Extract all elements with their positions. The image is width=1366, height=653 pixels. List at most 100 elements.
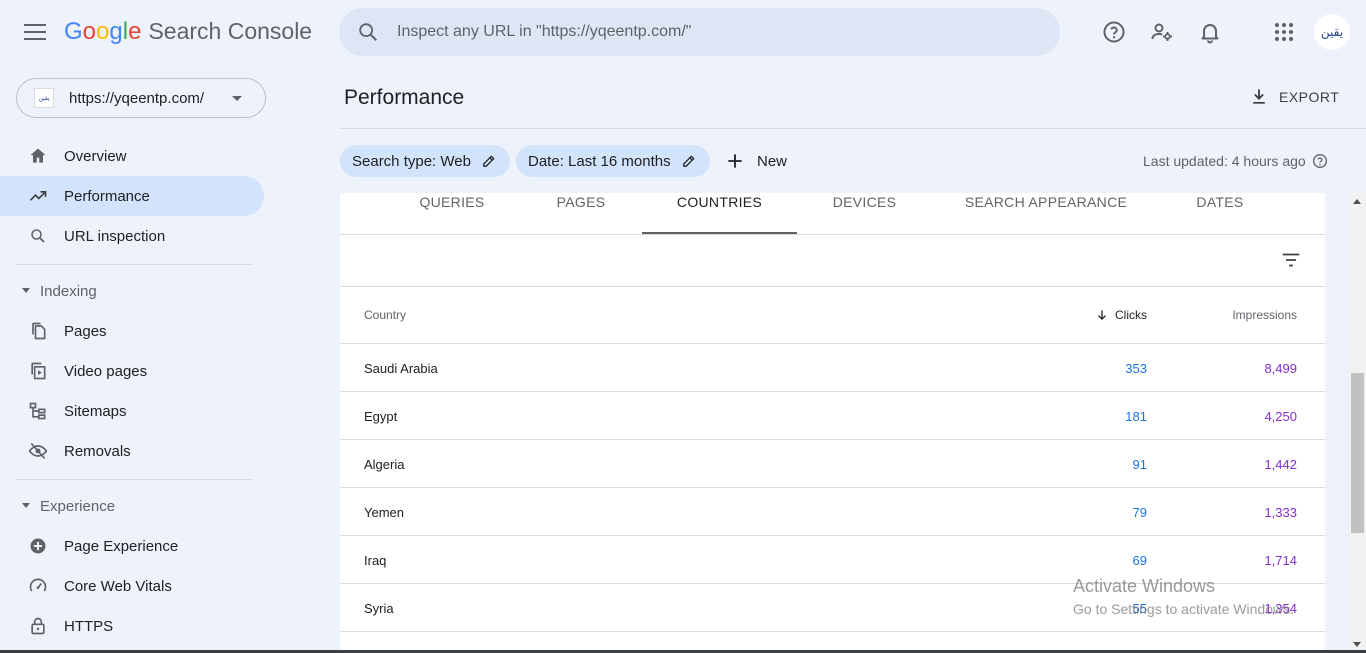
sidebar-item-pages[interactable]: Pages [0,311,264,351]
collapse-triangle-icon [22,503,30,508]
tab-dates[interactable]: DATES [1180,193,1260,234]
tab-pages[interactable]: PAGES [536,193,626,234]
logo-letter: o [96,18,110,45]
tab-label: SEARCH APPEARANCE [964,194,1128,210]
logo-letter: g [109,18,123,45]
logo-letter: G [64,18,83,45]
table-row[interactable]: Syria 55 1,354 [340,584,1325,632]
sidebar-item-performance[interactable]: Performance [0,176,264,216]
sidebar-item-core-web-vitals[interactable]: Core Web Vitals [0,566,264,606]
column-header-clicks[interactable]: Clicks [1095,308,1147,322]
cell-clicks: 181 [1125,409,1147,424]
cell-impressions: 8,499 [1264,361,1297,376]
scroll-up-arrow-icon[interactable] [1353,199,1361,204]
manage-users-icon[interactable] [1146,16,1178,48]
sidebar-item-label: URL inspection [64,227,166,245]
table-row[interactable]: Saudi Arabia 353 8,499 [340,344,1325,392]
tab-countries[interactable]: COUNTRIES [642,193,797,234]
sitemaps-icon [28,401,48,421]
table-row[interactable]: Yemen 79 1,333 [340,488,1325,536]
tab-label: DATES [1196,194,1244,210]
table-row[interactable]: Egypt 181 4,250 [340,392,1325,440]
speed-gauge-icon [28,576,48,596]
cell-clicks: 79 [1132,505,1147,520]
report-tabs: QUERIES PAGES COUNTRIES DEVICES SEARCH A… [340,193,1325,235]
column-header-impressions[interactable]: Impressions [1232,308,1297,322]
cell-clicks: 55 [1132,601,1147,616]
sidebar-item-https[interactable]: HTTPS [0,606,264,646]
sidebar-item-removals[interactable]: Removals [0,431,264,471]
tab-queries[interactable]: QUERIES [402,193,502,234]
scrollbar-thumb[interactable] [1351,373,1364,533]
tab-label: PAGES [556,194,606,210]
report-card: QUERIES PAGES COUNTRIES DEVICES SEARCH A… [340,193,1325,653]
header-divider [340,128,1366,129]
favicon-text: يقين [38,95,50,102]
property-favicon: يقين [34,88,54,108]
cell-clicks: 91 [1132,457,1147,472]
sidebar-item-label: Performance [64,187,150,205]
property-selector[interactable]: يقين https://yqeentp.com/ [16,78,266,118]
cell-country: Syria [364,601,394,616]
table-row[interactable]: Iraq 69 1,714 [340,536,1325,584]
table-header: Country Clicks Impressions [340,287,1325,344]
last-updated-text: Last updated: 4 hours ago [1143,153,1306,169]
page-experience-icon [28,536,48,556]
sidebar-item-label: Sitemaps [64,402,127,420]
hamburger-menu-icon[interactable] [22,20,48,44]
tab-label: COUNTRIES [676,194,763,210]
sidebar-item-label: Overview [64,147,127,165]
export-button[interactable]: EXPORT [1240,80,1350,114]
sort-arrow-down-icon [1098,310,1106,320]
notifications-bell-icon[interactable] [1194,16,1226,48]
sidebar-item-overview[interactable]: Overview [0,136,264,176]
app-logo[interactable]: Google Search Console [64,18,312,46]
property-url: https://yqeentp.com/ [69,89,205,107]
sidebar-item-page-experience[interactable]: Page Experience [0,526,264,566]
avatar-text: يقين [1320,25,1344,39]
date-filter-chip[interactable]: Date: Last 16 months [516,145,710,177]
filter-rows-icon[interactable] [1280,249,1302,271]
product-name: Search Console [148,18,313,44]
table-row[interactable]: Algeria 91 1,442 [340,440,1325,488]
vertical-scrollbar[interactable] [1349,193,1366,653]
cell-country: Iraq [364,553,387,568]
cell-country: Algeria [364,457,405,472]
search-type-filter-chip[interactable]: Search type: Web [340,145,510,177]
help-icon[interactable] [1098,16,1130,48]
last-updated-status: Last updated: 4 hours ago [1143,153,1328,169]
new-filter-button[interactable]: New [722,145,787,177]
account-avatar[interactable]: يقين [1314,14,1350,50]
chip-label: Date: Last 16 months [528,152,671,170]
apps-grid-icon[interactable] [1268,16,1300,48]
edit-pencil-icon [483,155,495,167]
collapse-triangle-icon [22,288,30,293]
sidebar-divider [16,264,253,265]
sidebar-item-url-inspection[interactable]: URL inspection [0,216,264,256]
tab-label: QUERIES [419,194,485,210]
cell-impressions: 1,442 [1264,457,1297,472]
column-header-country: Country [364,308,407,322]
sidebar-item-sitemaps[interactable]: Sitemaps [0,391,264,431]
cell-impressions: 1,354 [1264,601,1297,616]
tab-search-appearance[interactable]: SEARCH APPEARANCE [960,193,1132,234]
scroll-down-arrow-icon[interactable] [1353,642,1361,647]
sidebar-item-video-pages[interactable]: Video pages [0,351,264,391]
url-inspect-input[interactable] [397,23,997,41]
cell-impressions: 1,333 [1264,505,1297,520]
sidebar-divider [16,479,253,480]
lock-icon [28,616,48,636]
help-icon[interactable] [1312,153,1328,169]
search-icon [28,226,48,246]
cell-country: Saudi Arabia [364,361,438,376]
chevron-down-icon [232,96,242,101]
tab-devices[interactable]: DEVICES [817,193,912,234]
plus-icon [728,154,742,168]
sidebar-item-label: Pages [64,322,107,340]
cell-country: Egypt [364,409,398,424]
search-icon [359,23,377,41]
export-label: EXPORT [1279,89,1340,105]
url-inspect-search[interactable] [339,8,1060,56]
trending-up-icon [28,186,48,206]
sidebar-item-label: Page Experience [64,537,179,555]
